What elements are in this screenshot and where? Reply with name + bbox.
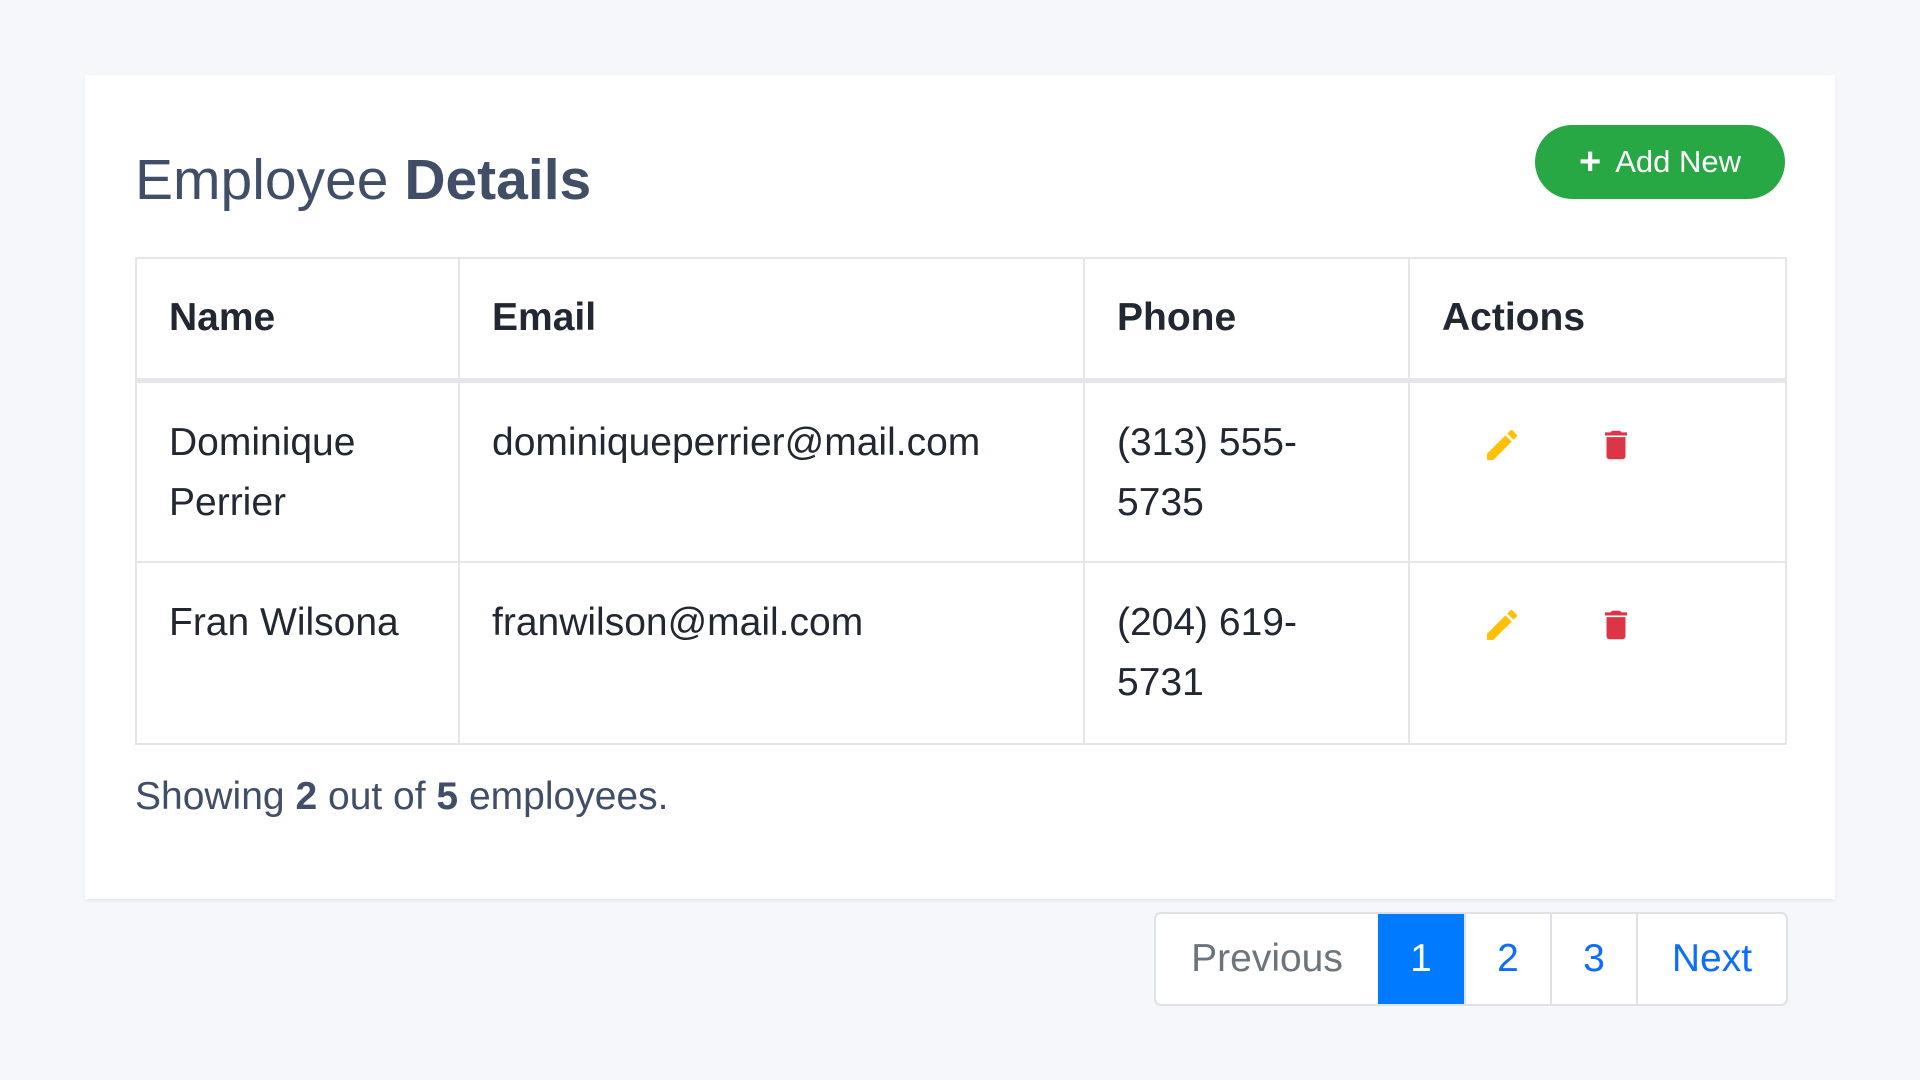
- plus-icon: +: [1579, 141, 1602, 183]
- cell-actions: [1408, 379, 1787, 563]
- column-header-email: Email: [458, 257, 1085, 383]
- cell-name: Dominique Perrier: [135, 379, 460, 563]
- column-header-name: Name: [135, 257, 460, 383]
- pagination-page-3[interactable]: 3: [1550, 914, 1636, 1004]
- table-row: Fran Wilsona franwilson@mail.com (204) 6…: [135, 561, 1787, 745]
- table-row: Dominique Perrier dominiqueperrier@mail.…: [135, 379, 1787, 563]
- cell-email: dominiqueperrier@mail.com: [458, 379, 1085, 563]
- employee-table: Name Email Phone Actions Dominique Perri…: [135, 257, 1787, 745]
- pagination-previous[interactable]: Previous: [1156, 914, 1378, 1004]
- pencil-icon[interactable]: [1480, 603, 1524, 647]
- page-title-regular: Employee: [135, 148, 389, 212]
- pagination-page-2[interactable]: 2: [1464, 914, 1550, 1004]
- summary-suffix: employees.: [468, 775, 669, 818]
- employee-card: Employee Details + Add New Name Email Ph…: [85, 75, 1835, 899]
- pagination-page-1[interactable]: 1: [1378, 914, 1464, 1004]
- results-summary: Showing 2 out of 5 employees.: [135, 775, 668, 819]
- cell-phone: (313) 555-5735: [1083, 379, 1410, 563]
- pencil-icon[interactable]: [1480, 423, 1524, 467]
- add-new-label: Add New: [1615, 144, 1741, 179]
- cell-email: franwilson@mail.com: [458, 561, 1085, 745]
- cell-name: Fran Wilsona: [135, 561, 460, 745]
- summary-middle: out of: [328, 775, 426, 818]
- column-header-actions: Actions: [1408, 257, 1787, 383]
- pagination-next[interactable]: Next: [1636, 914, 1786, 1004]
- summary-total-count: 5: [436, 775, 459, 818]
- page-title-bold: Details: [404, 148, 592, 212]
- pagination: Previous 1 2 3 Next: [1154, 912, 1788, 1006]
- summary-prefix: Showing: [135, 775, 285, 818]
- summary-shown-count: 2: [295, 775, 318, 818]
- table-header-row: Name Email Phone Actions: [135, 257, 1787, 383]
- cell-actions: [1408, 561, 1787, 745]
- trash-icon[interactable]: [1594, 423, 1638, 467]
- column-header-phone: Phone: [1083, 257, 1410, 383]
- add-new-button[interactable]: + Add New: [1535, 125, 1785, 199]
- trash-icon[interactable]: [1594, 603, 1638, 647]
- cell-phone: (204) 619-5731: [1083, 561, 1410, 745]
- page-title: Employee Details: [135, 140, 591, 220]
